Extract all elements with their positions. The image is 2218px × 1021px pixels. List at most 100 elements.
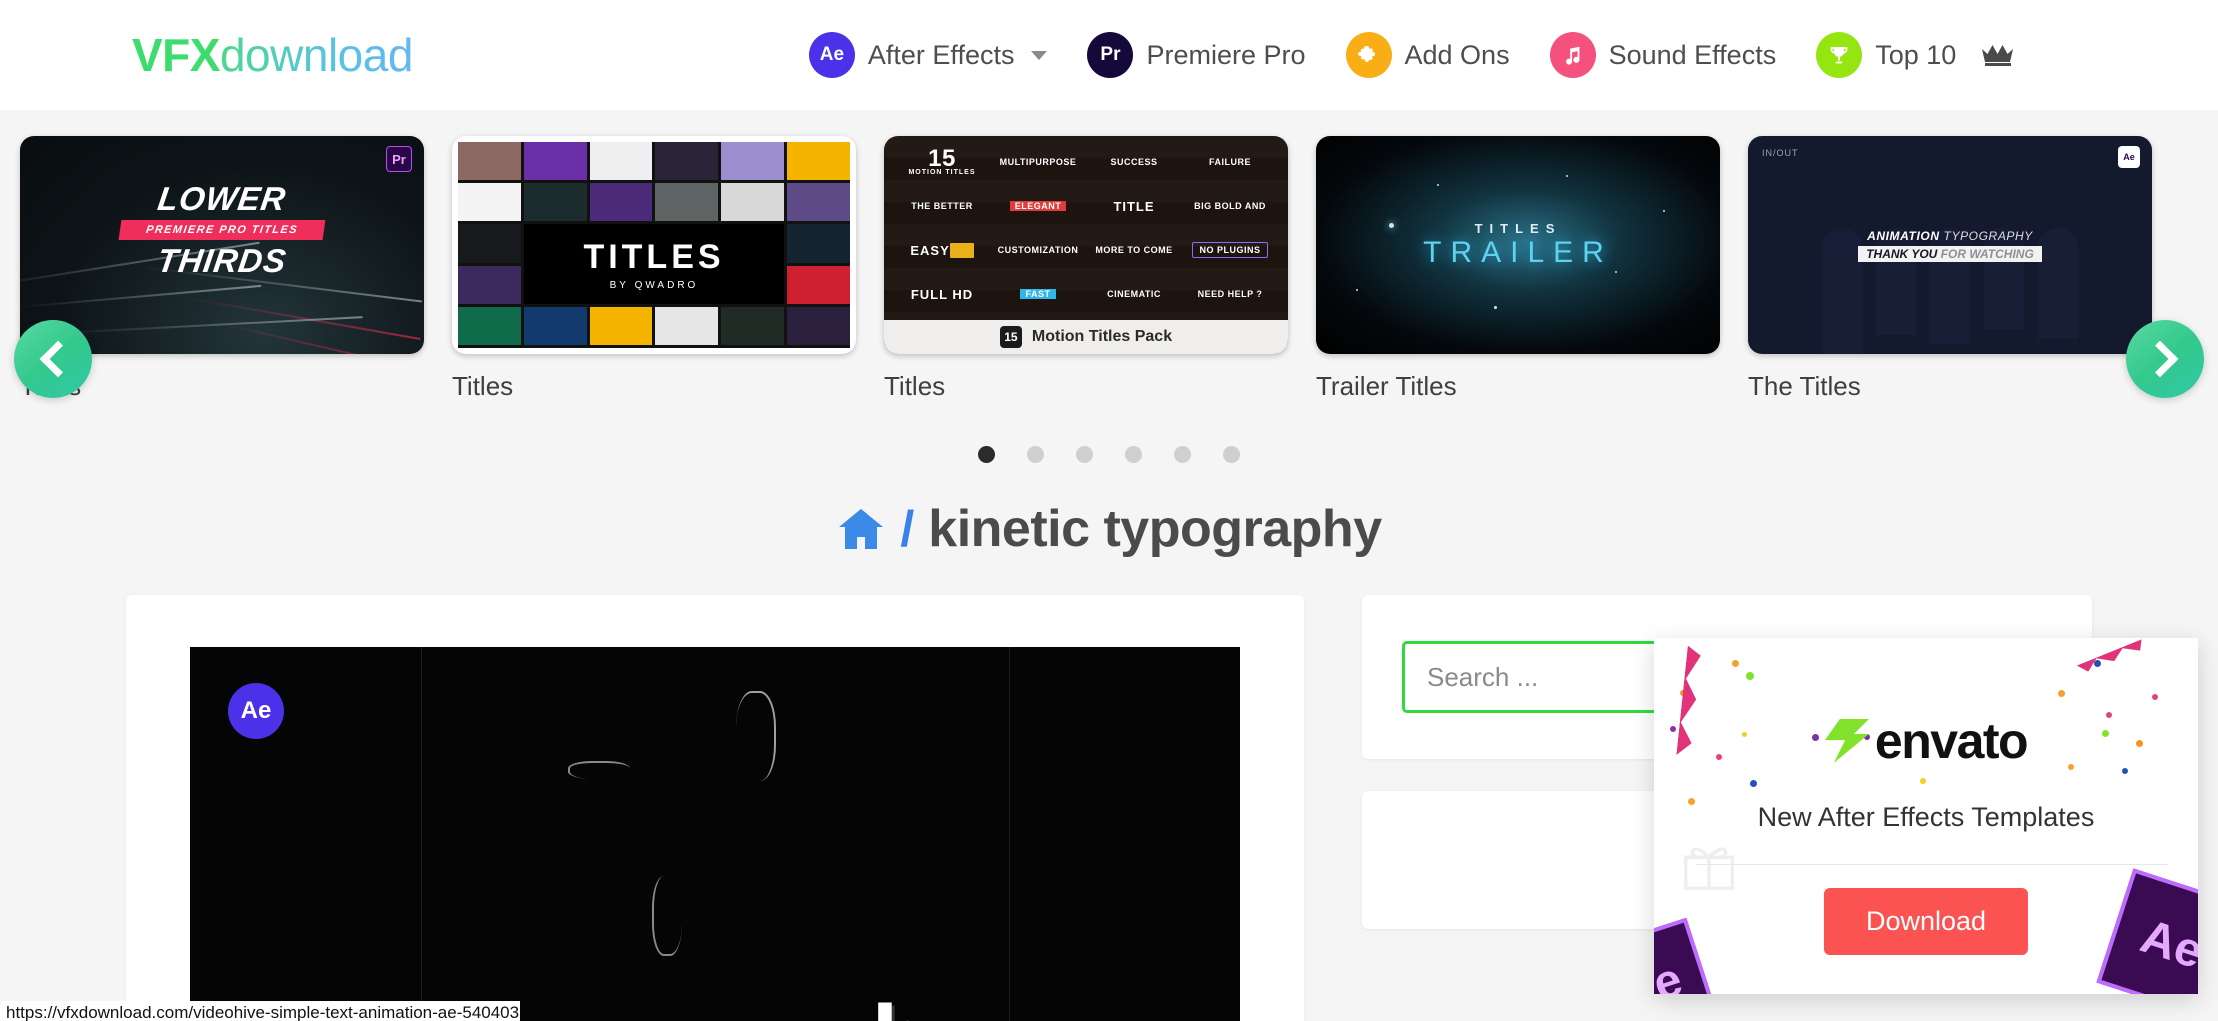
ae-badge-icon: Ae — [2118, 146, 2140, 168]
motion-tile: NEED HELP ? — [1197, 289, 1263, 299]
slide-overlay-text: LOWER PREMIERE PRO TITLES THIRDS — [20, 180, 424, 280]
carousel-dot[interactable] — [1027, 446, 1044, 463]
site-logo[interactable]: VFXdownload — [132, 28, 413, 82]
slide-thumbnail-lower-thirds[interactable]: LOWER PREMIERE PRO TITLES THIRDS Pr — [20, 136, 424, 354]
thumbnail-collage: TITLES BY QWADRO — [458, 142, 850, 348]
collage-cell — [523, 183, 587, 222]
collage-cell — [458, 265, 521, 304]
nav-item-top-10[interactable]: Top 10 — [1816, 32, 2015, 78]
slide-thumbnail-the-titles[interactable]: IN/OUT ANIMATION TYPOGRAPHY THANK YOU FO… — [1748, 136, 2152, 354]
ae-tile-icon: Ae — [1654, 917, 1721, 994]
carousel-next-button[interactable] — [2126, 320, 2204, 398]
nav-label-after-effects: After Effects — [867, 39, 1015, 70]
browser-status-bar-url: https://vfxdownload.com/videohive-simple… — [0, 1001, 520, 1021]
carousel-dot[interactable] — [1223, 446, 1240, 463]
slide-caption[interactable]: Titles — [884, 371, 1288, 402]
motion-tile-count-sub: MOTION TITLES — [908, 168, 976, 176]
collage-cell — [589, 183, 653, 222]
carousel-track: LOWER PREMIERE PRO TITLES THIRDS Pr Titl… — [20, 136, 2198, 402]
motion-tile: EASY — [910, 242, 974, 258]
motion-tile: CINEMATIC — [1107, 289, 1161, 299]
slide-overlay-line1: LOWER — [155, 180, 289, 217]
breadcrumb: / kinetic typography — [0, 499, 2218, 559]
slide-thumbnail-motion-titles[interactable]: 15 MOTION TITLES MULTIPURPOSE SUCCESS FAI… — [884, 136, 1288, 354]
video-preview[interactable]: Ae Typography — [190, 647, 1240, 1021]
motion-tile: MULTIPURPOSE — [999, 157, 1077, 167]
pr-badge-icon: Pr — [386, 146, 412, 172]
chevron-left-icon — [39, 340, 77, 378]
motion-tile: TITLE — [1113, 198, 1155, 214]
carousel-dot[interactable] — [1125, 446, 1142, 463]
slide-thumbnail-titles-grid[interactable]: TITLES BY QWADRO — [452, 136, 856, 354]
gift-icon — [1678, 834, 1740, 901]
carousel-prev-button[interactable] — [14, 320, 92, 398]
motion-tile-chip — [949, 242, 974, 258]
motion-tile-label: EASY — [910, 242, 950, 258]
collage-cell — [589, 142, 653, 181]
ribbon-decoration — [2077, 639, 2146, 674]
nav-label-premiere-pro: Premiere Pro — [1146, 39, 1306, 70]
nav-label-top-10: Top 10 — [1875, 39, 1957, 70]
film-scratch-decoration — [568, 761, 630, 780]
slide-overlay-line2: THIRDS — [155, 242, 290, 279]
collage-cell — [721, 142, 785, 181]
carousel-pagination — [0, 446, 2218, 463]
motion-tile: SUCCESS — [1110, 157, 1158, 167]
slide-overlay-line1b: TYPOGRAPHY — [1943, 228, 2033, 243]
collage-cell — [655, 183, 719, 222]
slide-caption[interactable]: The Titles — [1748, 371, 2152, 402]
collage-cell — [787, 224, 850, 263]
motion-tile: BIG BOLD AND — [1194, 201, 1266, 211]
carousel-slide[interactable]: IN/OUT ANIMATION TYPOGRAPHY THANK YOU FO… — [1748, 136, 2152, 402]
nav-item-sound-effects[interactable]: Sound Effects — [1549, 32, 1777, 78]
carousel-dot[interactable] — [978, 446, 995, 463]
slide-overlay-line2: TRAILER — [1423, 235, 1613, 269]
motion-tile: FAST — [1020, 289, 1056, 299]
carousel-dot[interactable] — [1076, 446, 1093, 463]
motion-tile-chip: ELEGANT — [1009, 201, 1067, 211]
home-icon[interactable] — [836, 507, 886, 551]
carousel-slide[interactable]: TITLES BY QWADRO Titles — [452, 136, 856, 402]
collage-title: TITLES — [583, 237, 725, 276]
nav-item-after-effects[interactable]: Ae After Effects — [808, 32, 1048, 78]
slide-overlay-text: ANIMATION TYPOGRAPHY THANK YOU FOR WATCH… — [1748, 136, 2152, 354]
collage-cell — [523, 306, 587, 345]
nav-item-premiere-pro[interactable]: Pr Premiere Pro — [1087, 32, 1306, 78]
motion-tile: FAILURE — [1208, 157, 1251, 167]
motion-tile: THE BETTER — [911, 201, 973, 211]
collage-cell — [787, 142, 850, 181]
film-scratch-decoration — [736, 691, 776, 781]
ad-download-button[interactable]: Download — [1823, 888, 2029, 955]
ae-tile-icon: Ae — [2096, 868, 2198, 994]
collage-cell — [589, 306, 653, 345]
puzzle-icon — [1345, 32, 1392, 78]
trophy-icon — [1816, 32, 1863, 78]
motion-titles-grid: 15 MOTION TITLES MULTIPURPOSE SUCCESS FAI… — [884, 136, 1288, 320]
collage-cell — [721, 183, 785, 222]
ad-divider — [1696, 864, 2168, 865]
carousel-dot[interactable] — [1174, 446, 1191, 463]
motion-tile: ELEGANT — [1009, 201, 1067, 211]
collage-center-title: TITLES BY QWADRO — [523, 224, 785, 304]
collage-cell — [458, 224, 521, 263]
slide-thumbnail-trailer-titles[interactable]: TITLES TRAILER — [1316, 136, 1720, 354]
nav-label-sound-effects: Sound Effects — [1608, 39, 1777, 70]
motion-footer-badge: 15 — [999, 326, 1022, 348]
motion-tile-outline: NO PLUGINS — [1192, 242, 1268, 258]
featured-carousel: LOWER PREMIERE PRO TITLES THIRDS Pr Titl… — [0, 110, 2218, 410]
pr-badge-icon: Pr — [1087, 32, 1134, 78]
collage-cell — [655, 306, 719, 345]
breadcrumb-separator: / — [900, 501, 915, 557]
carousel-slide[interactable]: TITLES TRAILER Trailer Titles — [1316, 136, 1720, 402]
collage-cell — [655, 142, 719, 181]
slide-caption[interactable]: Trailer Titles — [1316, 371, 1720, 402]
envato-ad-overlay[interactable]: envato New After Effects Templates Downl… — [1654, 638, 2198, 994]
motion-titles-footer: 15 Motion Titles Pack — [884, 320, 1288, 354]
ad-subtitle: New After Effects Templates — [1757, 802, 2095, 832]
motion-tile: MORE TO COME — [1095, 245, 1173, 255]
nav-item-add-ons[interactable]: Add Ons — [1345, 32, 1510, 78]
chevron-down-icon[interactable] — [1031, 50, 1048, 60]
carousel-slide[interactable]: 15 MOTION TITLES MULTIPURPOSE SUCCESS FAI… — [884, 136, 1288, 402]
slide-caption[interactable]: Titles — [452, 371, 856, 402]
slide-overlay-text: TITLES TRAILER — [1316, 136, 1720, 354]
